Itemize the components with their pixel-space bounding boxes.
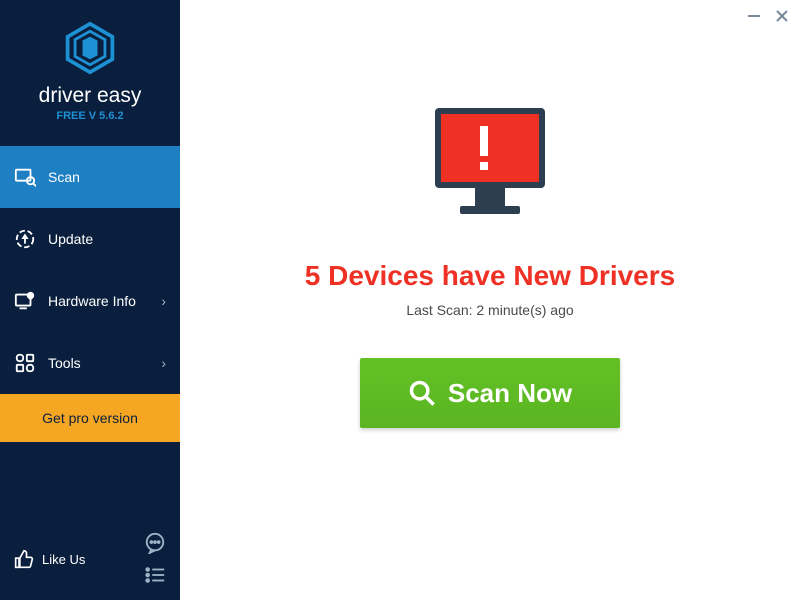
sidebar-bottom: Like Us — [0, 520, 180, 600]
scan-icon — [14, 166, 36, 188]
like-us-label: Like Us — [42, 552, 85, 567]
minimize-icon — [747, 9, 761, 23]
brand-name: driver easy — [0, 84, 180, 108]
sidebar-item-hardware-info[interactable]: i Hardware Info › — [0, 270, 180, 332]
scan-now-button[interactable]: Scan Now — [360, 358, 620, 428]
list-icon — [144, 564, 166, 586]
main-panel: 5 Devices have New Drivers Last Scan: 2 … — [180, 0, 800, 600]
bottom-icon-stack — [144, 532, 166, 586]
sidebar-item-label: Hardware Info — [48, 293, 161, 309]
close-button[interactable] — [774, 8, 790, 24]
sidebar-item-update[interactable]: Update — [0, 208, 180, 270]
sidebar: driver easy FREE V 5.6.2 Scan — [0, 0, 180, 600]
sidebar-item-scan[interactable]: Scan — [0, 146, 180, 208]
scan-now-label: Scan Now — [448, 378, 572, 409]
get-pro-button[interactable]: Get pro version — [0, 394, 180, 442]
sidebar-item-label: Update — [48, 231, 166, 247]
sidebar-item-label: Tools — [48, 355, 161, 371]
close-icon — [775, 9, 789, 23]
app-window: driver easy FREE V 5.6.2 Scan — [0, 0, 800, 600]
chevron-right-icon: › — [161, 355, 166, 371]
minimize-button[interactable] — [746, 8, 762, 24]
tools-icon — [14, 352, 36, 374]
brand-block: driver easy FREE V 5.6.2 — [0, 0, 180, 132]
like-us-button[interactable]: Like Us — [14, 549, 144, 569]
sidebar-item-label: Scan — [48, 169, 166, 185]
nav: Scan Update — [0, 146, 180, 442]
alert-monitor-graphic — [425, 100, 555, 230]
menu-button[interactable] — [144, 564, 166, 586]
last-scan-text: Last Scan: 2 minute(s) ago — [406, 302, 573, 318]
update-icon — [14, 228, 36, 250]
brand-version: FREE V 5.6.2 — [0, 110, 180, 122]
thumbs-up-icon — [14, 549, 34, 569]
headline-text: 5 Devices have New Drivers — [305, 260, 675, 292]
hardware-info-icon: i — [14, 290, 36, 312]
chat-icon — [144, 532, 166, 554]
search-icon — [408, 379, 436, 407]
app-logo — [62, 20, 118, 76]
feedback-button[interactable] — [144, 532, 166, 554]
chevron-right-icon: › — [161, 293, 166, 309]
get-pro-label: Get pro version — [42, 410, 138, 426]
window-controls — [746, 8, 790, 24]
sidebar-item-tools[interactable]: Tools › — [0, 332, 180, 394]
